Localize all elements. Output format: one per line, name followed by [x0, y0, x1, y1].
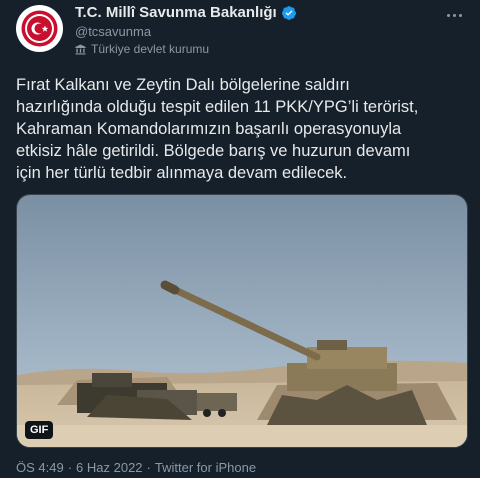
government-label: Türkiye devlet kurumu [75, 42, 209, 56]
meta-separator: · [146, 460, 151, 475]
tweet-date[interactable]: 6 Haz 2022 [76, 460, 143, 475]
more-options-icon[interactable] [442, 6, 466, 24]
handle[interactable]: @tcsavunma [75, 24, 151, 39]
tweet-header: T.C. Millî Savunma Bakanlığı @tcsavunma … [16, 0, 466, 60]
tweet-source[interactable]: Twitter for iPhone [155, 460, 256, 475]
tweet-text: Fırat Kalkanı ve Zeytin Dalı bölgelerine… [16, 76, 419, 182]
media-gif-image [17, 195, 467, 447]
tweet-meta: ÖS 4:49 · 6 Haz 2022 · Twitter for iPhon… [16, 460, 256, 475]
display-name[interactable]: T.C. Millî Savunma Bakanlığı [75, 4, 277, 21]
gif-badge: GIF [25, 421, 54, 439]
ministry-emblem-icon [16, 5, 63, 52]
verified-badge-icon [281, 5, 296, 20]
government-building-icon [75, 43, 86, 55]
tweet-media[interactable]: GIF [16, 194, 468, 448]
meta-separator: · [67, 460, 73, 475]
avatar[interactable] [16, 5, 63, 52]
government-label-text: Türkiye devlet kurumu [91, 42, 210, 56]
tweet-time[interactable]: ÖS 4:49 [16, 460, 64, 475]
